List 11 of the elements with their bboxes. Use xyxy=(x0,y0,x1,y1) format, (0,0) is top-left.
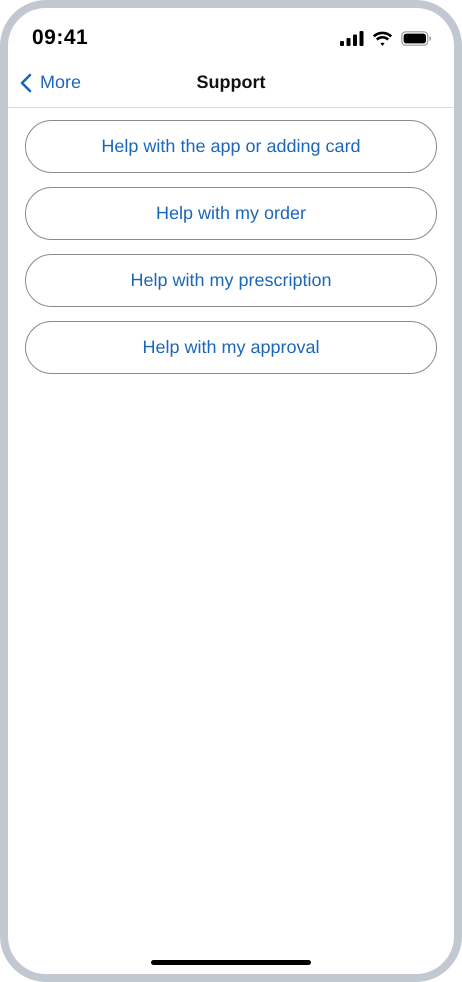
status-time: 09:41 xyxy=(32,25,88,52)
support-option-button[interactable]: Help with the app or adding card xyxy=(25,120,437,173)
support-option-button[interactable]: Help with my order xyxy=(25,187,437,240)
back-chevron-icon xyxy=(20,72,32,92)
screen-title: Support xyxy=(196,71,266,94)
support-option-button[interactable]: Help with my approval xyxy=(25,321,437,374)
battery-icon xyxy=(401,30,432,46)
wifi-icon xyxy=(372,30,393,46)
signal-icon xyxy=(340,30,364,46)
back-button[interactable]: More xyxy=(20,69,82,96)
support-option-button[interactable]: Help with my prescription xyxy=(25,254,437,307)
